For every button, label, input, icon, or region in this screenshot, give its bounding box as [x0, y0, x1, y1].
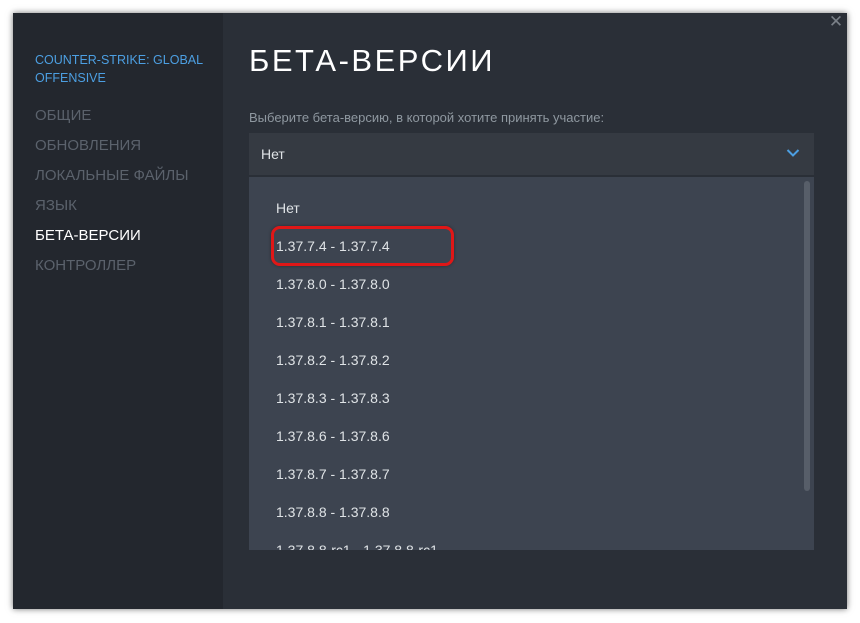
sidebar-item-general[interactable]: ОБЩИЕ	[35, 105, 189, 135]
sidebar-item-local-files[interactable]: ЛОКАЛЬНЫЕ ФАЙЛЫ	[35, 165, 189, 195]
dropdown-option-none[interactable]: Нет	[249, 189, 814, 227]
sidebar-nav: ОБЩИЕ ОБНОВЛЕНИЯ ЛОКАЛЬНЫЕ ФАЙЛЫ ЯЗЫК БЕ…	[35, 105, 189, 285]
dropdown-option[interactable]: 1.37.8.2 - 1.37.8.2	[249, 341, 814, 379]
sidebar-item-language[interactable]: ЯЗЫК	[35, 195, 189, 225]
page-title: БЕТА-ВЕРСИИ	[249, 43, 496, 78]
beta-dropdown-list: Нет 1.37.7.4 - 1.37.7.4 1.37.8.0 - 1.37.…	[249, 177, 814, 550]
dropdown-option[interactable]: 1.37.8.8-rc1 - 1.37.8.8-rc1	[249, 531, 814, 550]
sidebar: COUNTER-STRIKE: GLOBAL OFFENSIVE ОБЩИЕ О…	[13, 13, 223, 609]
sidebar-item-updates[interactable]: ОБНОВЛЕНИЯ	[35, 135, 189, 165]
settings-window: COUNTER-STRIKE: GLOBAL OFFENSIVE ОБЩИЕ О…	[13, 13, 847, 609]
dropdown-option[interactable]: 1.37.8.8 - 1.37.8.8	[249, 493, 814, 531]
main-panel: ✕ БЕТА-ВЕРСИИ Выберите бета-версию, в ко…	[223, 13, 847, 609]
dropdown-option[interactable]: 1.37.7.4 - 1.37.7.4	[249, 227, 814, 265]
dropdown-option[interactable]: 1.37.8.6 - 1.37.8.6	[249, 417, 814, 455]
dropdown-option[interactable]: 1.37.8.3 - 1.37.8.3	[249, 379, 814, 417]
game-title: COUNTER-STRIKE: GLOBAL OFFENSIVE	[35, 53, 203, 85]
chevron-down-icon	[786, 149, 800, 157]
sidebar-item-controller[interactable]: КОНТРОЛЛЕР	[35, 255, 189, 285]
close-icon[interactable]: ✕	[827, 13, 845, 31]
dropdown-option[interactable]: 1.37.8.7 - 1.37.8.7	[249, 455, 814, 493]
dropdown-option[interactable]: 1.37.8.0 - 1.37.8.0	[249, 265, 814, 303]
dropdown-scrollbar[interactable]	[804, 181, 810, 491]
dropdown-option[interactable]: 1.37.8.1 - 1.37.8.1	[249, 303, 814, 341]
beta-select-value: Нет	[261, 146, 285, 162]
sidebar-item-betas[interactable]: БЕТА-ВЕРСИИ	[35, 225, 189, 255]
beta-prompt: Выберите бета-версию, в которой хотите п…	[249, 110, 605, 125]
beta-select[interactable]: Нет	[249, 133, 814, 175]
